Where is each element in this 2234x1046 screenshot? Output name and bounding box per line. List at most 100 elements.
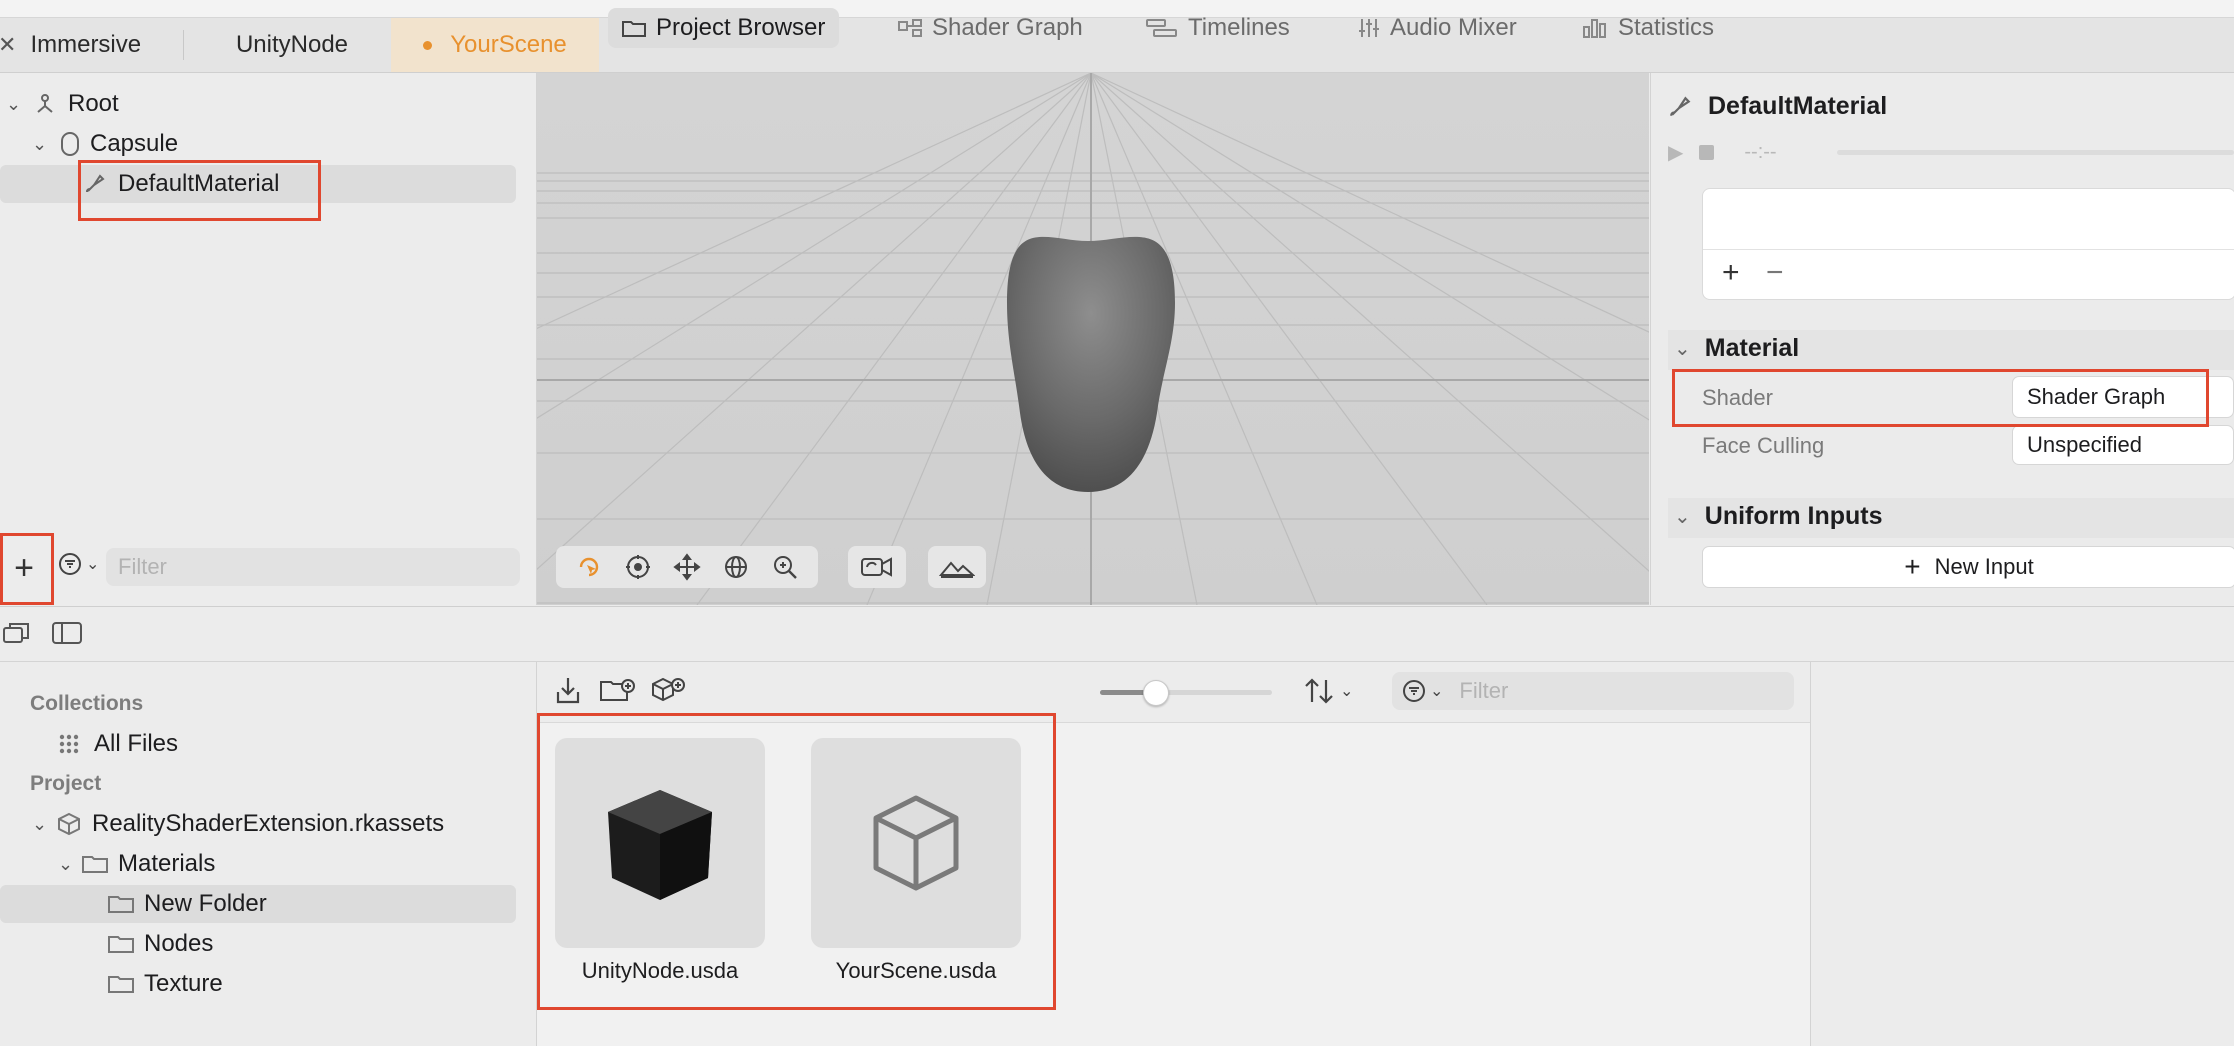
- shader-popup[interactable]: Shader Graph: [2012, 376, 2234, 418]
- filter-icon: [1402, 679, 1426, 703]
- environment-button[interactable]: [928, 546, 986, 588]
- stop-icon[interactable]: [1699, 145, 1715, 160]
- browser-filter-input[interactable]: ⌄ Filter: [1392, 672, 1794, 710]
- asset-name: UnityNode.usda: [581, 958, 739, 983]
- face-culling-value: Unspecified: [2027, 432, 2142, 457]
- filter-placeholder: Filter: [1459, 678, 1509, 703]
- inspector-header: DefaultMaterial: [1668, 92, 1887, 121]
- 3d-viewport[interactable]: [537, 73, 1649, 605]
- chevron-down-icon[interactable]: ⌄: [6, 94, 28, 115]
- asset-name: YourScene.usda: [835, 958, 997, 983]
- section-label: Uniform Inputs: [1704, 502, 1883, 530]
- zoom-tool-icon[interactable]: [771, 553, 799, 581]
- new-folder-icon[interactable]: [600, 678, 636, 704]
- add-entity-button[interactable]: +: [4, 548, 44, 588]
- add-item-button[interactable]: +: [1722, 256, 1740, 290]
- sidebar-item-label: Nodes: [144, 930, 214, 957]
- solid-cube-icon: [595, 778, 725, 908]
- tab-label: Audio Mixer: [1390, 14, 1517, 41]
- tab-label: Immersive: [30, 31, 142, 58]
- sort-button[interactable]: ⌄: [1302, 676, 1353, 706]
- material-brush-icon: [1668, 95, 1692, 119]
- sidebar-item-all-files[interactable]: All Files: [58, 724, 178, 764]
- uniform-inputs-title[interactable]: ⌄ Uniform Inputs: [1674, 502, 1883, 531]
- asset-preview-pane: [1810, 662, 2234, 1046]
- scene-cube-icon: [861, 788, 971, 898]
- shader-label: Shader: [1702, 385, 1773, 410]
- chevron-down-icon: ⌄: [1340, 683, 1354, 700]
- outline-item-label: DefaultMaterial: [118, 170, 280, 197]
- tab-shader-graph[interactable]: Shader Graph: [884, 8, 1097, 48]
- modified-dot-icon: [423, 40, 433, 50]
- sidebar-item-rkassets[interactable]: ⌄ RealityShaderExtension.rkassets: [32, 804, 444, 844]
- timecode: --:--: [1744, 141, 1777, 163]
- capsule-mesh: [1007, 236, 1175, 492]
- close-icon[interactable]: ✕: [0, 32, 16, 58]
- title-strip: [0, 0, 2234, 18]
- timeline-icon: [1146, 18, 1178, 38]
- outline-item-root[interactable]: ⌄ Root: [6, 84, 119, 124]
- button-label: New Input: [1934, 554, 2034, 579]
- playback-controls: ▶ --:--: [1668, 140, 1777, 165]
- tab-immersive[interactable]: ✕ Immersive: [0, 18, 180, 72]
- sidebar-item-label: Texture: [144, 970, 223, 997]
- tab-label: YourScene: [450, 31, 567, 58]
- outline-filter-input[interactable]: Filter: [106, 548, 520, 586]
- add-entity-icon[interactable]: [650, 676, 686, 706]
- outline-item-capsule[interactable]: ⌄ Capsule: [32, 124, 178, 164]
- bottom-panel-tabs: [0, 606, 2234, 662]
- material-brush-icon: [84, 173, 106, 195]
- new-input-button[interactable]: + New Input: [1702, 546, 2234, 588]
- outline-item-label: Capsule: [90, 130, 179, 157]
- play-icon[interactable]: ▶: [1668, 140, 1683, 165]
- filter-placeholder: Filter: [118, 554, 167, 579]
- tab-timelines[interactable]: Timelines: [1132, 8, 1304, 48]
- remove-item-button[interactable]: −: [1766, 256, 1784, 290]
- folder-icon: [108, 934, 134, 954]
- shader-value: Shader Graph: [2027, 384, 2166, 409]
- sidebar-item-new-folder[interactable]: New Folder: [108, 884, 267, 924]
- tab-label: Project Browser: [656, 14, 826, 41]
- asset-tile-yourscene[interactable]: [811, 738, 1021, 948]
- chevron-down-icon: ⌄: [1674, 506, 1691, 528]
- import-icon[interactable]: [554, 676, 582, 706]
- sidebar-item-nodes[interactable]: Nodes: [108, 924, 213, 964]
- inspector-title: DefaultMaterial: [1708, 92, 1888, 120]
- chevron-down-icon[interactable]: ⌄: [32, 814, 54, 835]
- sort-arrows-icon: [1302, 676, 1336, 706]
- tab-audio-mixer[interactable]: Audio Mixer: [1344, 8, 1531, 48]
- viewport-grid: [537, 73, 1649, 605]
- sidebar-item-materials[interactable]: ⌄ Materials: [58, 844, 215, 884]
- chevron-down-icon: ⌄: [1674, 338, 1691, 360]
- window-layout-icon[interactable]: [2, 620, 32, 646]
- material-section-title[interactable]: ⌄ Material: [1674, 334, 1799, 363]
- filter-options-button[interactable]: ⌄: [58, 552, 99, 576]
- tab-label: Timelines: [1188, 14, 1290, 41]
- sidebar-item-label: RealityShaderExtension.rkassets: [92, 810, 445, 837]
- outline-item-defaultmaterial[interactable]: DefaultMaterial: [84, 164, 279, 204]
- asset-tile-unitynode[interactable]: [555, 738, 765, 948]
- tab-label: Statistics: [1618, 14, 1715, 41]
- mountains-icon: [939, 555, 975, 579]
- camera-toggle-button[interactable]: [848, 546, 906, 588]
- sidebar-item-texture[interactable]: Texture: [108, 964, 223, 1004]
- chevron-down-icon[interactable]: ⌄: [58, 854, 80, 875]
- tab-divider: [183, 30, 184, 60]
- sidebar-toggle-icon[interactable]: [52, 622, 82, 644]
- rotate-tool-icon[interactable]: [722, 553, 750, 581]
- tab-project-browser[interactable]: Project Browser: [608, 8, 840, 48]
- chevron-down-icon[interactable]: ⌄: [32, 134, 54, 155]
- root-node-icon: [34, 93, 56, 115]
- slider-knob[interactable]: [1143, 680, 1169, 706]
- sidebar-item-label: All Files: [94, 730, 179, 757]
- tab-yourscene[interactable]: YourScene: [391, 18, 599, 72]
- tab-statistics[interactable]: Statistics: [1568, 8, 1728, 48]
- plus-icon: +: [1904, 551, 1921, 582]
- face-culling-popup[interactable]: Unspecified: [2012, 425, 2234, 465]
- tab-unitynode[interactable]: UnityNode: [196, 18, 388, 72]
- timeline-scrubber[interactable]: [1837, 150, 2234, 155]
- move-tool-icon[interactable]: [673, 553, 701, 581]
- orbit-tool-icon[interactable]: [624, 553, 652, 581]
- package-icon: [56, 812, 82, 836]
- select-tool-icon[interactable]: [575, 553, 603, 581]
